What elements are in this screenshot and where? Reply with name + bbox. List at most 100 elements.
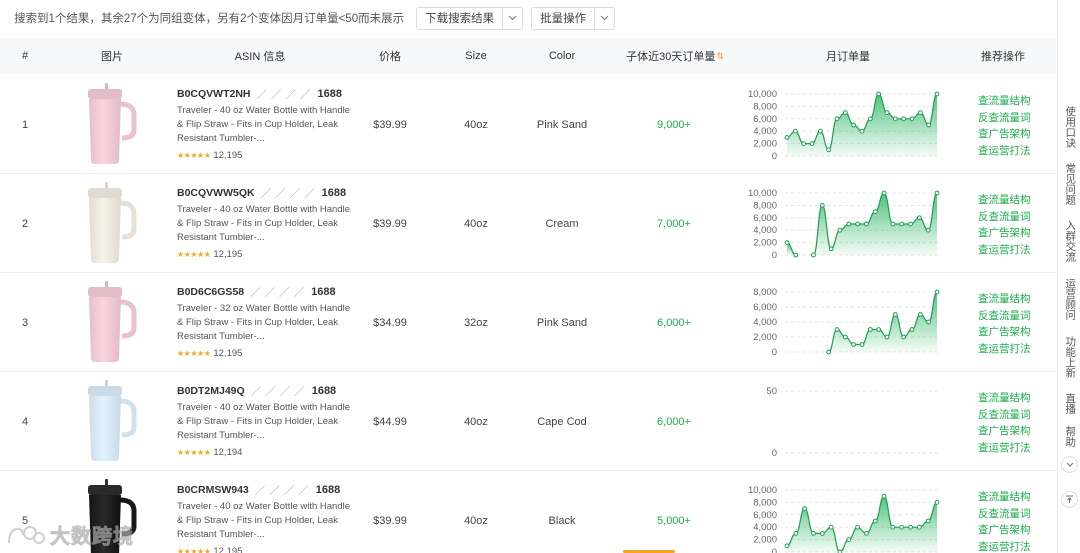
chart-point[interactable] <box>908 221 913 227</box>
chart-point[interactable] <box>917 312 923 317</box>
chart-point[interactable] <box>881 493 887 499</box>
chart-point[interactable] <box>842 110 848 115</box>
download-results-dropdown[interactable]: 下载搜索结果 <box>416 6 524 30</box>
chart-point[interactable] <box>801 141 807 146</box>
chart-point[interactable] <box>837 227 843 233</box>
chart-point[interactable] <box>926 319 932 325</box>
chart-point[interactable] <box>802 506 808 511</box>
sort-icon[interactable]: ⇅ <box>716 51 724 62</box>
platform-icons[interactable]: ／／／／ <box>257 87 315 102</box>
chart-point[interactable] <box>892 312 898 317</box>
chart-point[interactable] <box>925 518 931 524</box>
header-sales30[interactable]: 子体近30天订单量 ⇅ <box>620 38 730 74</box>
view-traffic-structure-link[interactable]: 查流量结构 <box>978 390 1031 407</box>
operation-strategy-link[interactable]: 查运营打法 <box>978 539 1031 553</box>
side-item-consultant[interactable]: 运营顾问 <box>1058 278 1080 320</box>
product-title[interactable]: Traveler - 40 oz Water Bottle with Handl… <box>177 104 352 146</box>
product-title[interactable]: Traveler - 40 oz Water Bottle with Handl… <box>177 203 352 245</box>
platform-icons[interactable]: ／／／／ <box>261 186 319 201</box>
reverse-keyword-link[interactable]: 反查流量词 <box>978 209 1031 226</box>
chart-point[interactable] <box>819 203 825 208</box>
asin-link[interactable]: B0CRMSW943 <box>177 484 249 496</box>
chart-point[interactable] <box>846 537 852 542</box>
chart-point[interactable] <box>784 135 790 140</box>
product-title[interactable]: Traveler - 40 oz Water Bottle with Handl… <box>177 500 352 542</box>
side-item-live[interactable]: 直播 <box>1058 393 1080 414</box>
chart-point[interactable] <box>909 327 915 332</box>
chart-point[interactable] <box>855 221 860 227</box>
asin-link[interactable]: B0DT2MJ49Q <box>177 385 245 397</box>
chart-point[interactable] <box>864 221 869 227</box>
chart-point[interactable] <box>834 327 840 332</box>
reverse-keyword-link[interactable]: 反查流量词 <box>978 110 1031 127</box>
operation-strategy-link[interactable]: 查运营打法 <box>978 143 1031 160</box>
chart-point[interactable] <box>811 531 816 536</box>
ad-structure-link[interactable]: 查广告架构 <box>978 423 1031 440</box>
chart-point[interactable] <box>792 128 798 134</box>
platform-icons[interactable]: ／／／／ <box>255 483 313 498</box>
view-traffic-structure-link[interactable]: 查流量结构 <box>978 489 1031 506</box>
chart-point[interactable] <box>859 342 865 347</box>
batch-operation-dropdown[interactable]: 批量操作 <box>531 6 616 30</box>
chart-point[interactable] <box>859 128 865 134</box>
tag-1688-link[interactable]: 1688 <box>322 187 346 199</box>
reverse-keyword-link[interactable]: 反查流量词 <box>978 308 1031 325</box>
chart-point[interactable] <box>892 116 898 122</box>
chart-point[interactable] <box>901 116 907 122</box>
chart-point[interactable] <box>884 110 890 115</box>
operation-strategy-link[interactable]: 查运营打法 <box>978 341 1031 358</box>
chart-point[interactable] <box>872 209 878 214</box>
chart-point[interactable] <box>793 252 799 258</box>
chart-point[interactable] <box>851 342 857 347</box>
chart-point[interactable] <box>934 500 940 505</box>
asin-link[interactable]: B0CQVWT2NH <box>177 88 251 100</box>
ad-structure-link[interactable]: 查广告架构 <box>978 324 1031 341</box>
back-to-top-icon[interactable] <box>1061 491 1078 508</box>
chart-point[interactable] <box>876 327 882 332</box>
collapse-panel-icon[interactable] <box>1061 456 1078 473</box>
chevron-down-icon[interactable] <box>502 7 522 29</box>
batch-operation-button[interactable]: 批量操作 <box>532 8 594 29</box>
chevron-down-icon[interactable] <box>594 7 614 29</box>
chart-point[interactable] <box>934 289 940 295</box>
chart-point[interactable] <box>784 543 790 549</box>
download-results-button[interactable]: 下载搜索结果 <box>417 8 502 29</box>
chart-point[interactable] <box>925 227 931 233</box>
chart-point[interactable] <box>916 215 922 221</box>
chart-point[interactable] <box>872 518 878 524</box>
side-item-usage-tips[interactable]: 使用口诀 <box>1058 106 1080 148</box>
chart-point[interactable] <box>851 122 857 128</box>
tag-1688-link[interactable]: 1688 <box>311 286 335 298</box>
reverse-keyword-link[interactable]: 反查流量词 <box>978 407 1031 424</box>
chart-point[interactable] <box>916 524 922 530</box>
chart-point[interactable] <box>899 524 905 530</box>
chart-point[interactable] <box>884 334 890 340</box>
chart-point[interactable] <box>934 91 940 97</box>
view-traffic-structure-link[interactable]: 查流量结构 <box>978 93 1031 110</box>
chart-point[interactable] <box>867 327 873 332</box>
chart-point[interactable] <box>864 531 869 536</box>
reverse-keyword-link[interactable]: 反查流量词 <box>978 506 1031 523</box>
chart-point[interactable] <box>826 147 832 153</box>
chart-point[interactable] <box>867 116 873 122</box>
chart-point[interactable] <box>826 349 832 355</box>
chart-point[interactable] <box>846 221 852 227</box>
product-title[interactable]: Traveler - 40 oz Water Bottle with Handl… <box>177 401 352 443</box>
view-traffic-structure-link[interactable]: 查流量结构 <box>978 291 1031 308</box>
chart-point[interactable] <box>908 524 913 530</box>
tag-1688-link[interactable]: 1688 <box>316 484 340 496</box>
chart-point[interactable] <box>811 252 816 258</box>
chart-point[interactable] <box>890 221 896 227</box>
chart-point[interactable] <box>890 524 896 530</box>
side-item-join-group[interactable]: 入群交流 <box>1058 220 1080 262</box>
chart-point[interactable] <box>909 116 915 122</box>
chart-point[interactable] <box>901 334 907 340</box>
product-thumbnail[interactable] <box>78 181 144 265</box>
platform-icons[interactable]: ／／／／ <box>251 384 309 399</box>
tag-1688-link[interactable]: 1688 <box>312 385 336 397</box>
chart-point[interactable] <box>809 141 815 146</box>
product-title[interactable]: Traveler - 32 oz Water Bottle with Handl… <box>177 302 352 344</box>
ad-structure-link[interactable]: 查广告架构 <box>978 522 1031 539</box>
chart-point[interactable] <box>926 122 932 128</box>
product-thumbnail[interactable] <box>78 379 144 463</box>
